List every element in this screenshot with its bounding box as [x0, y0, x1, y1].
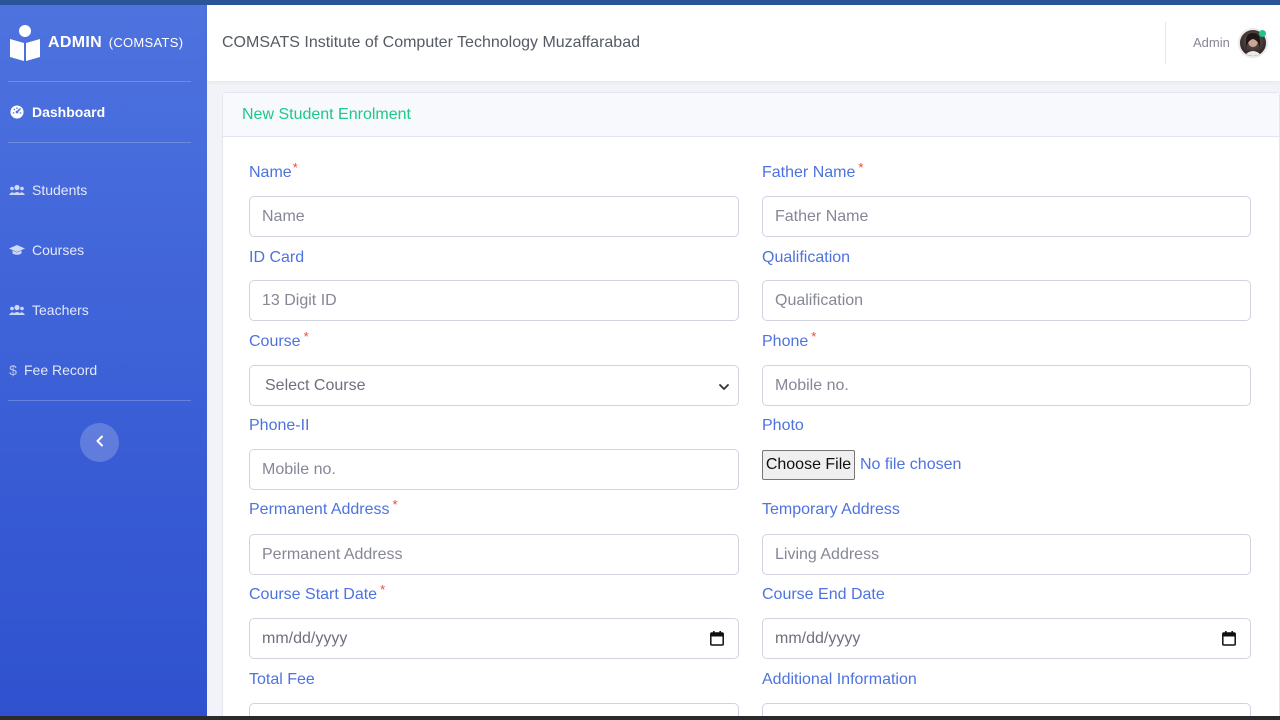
- users-icon: [8, 184, 26, 196]
- sidebar-item-courses[interactable]: Courses: [0, 220, 207, 280]
- name-input[interactable]: Name: [249, 196, 739, 237]
- card-title: New Student Enrolment: [242, 105, 411, 123]
- required-marker: *: [303, 329, 309, 344]
- users-icon: [8, 304, 26, 316]
- user-name[interactable]: Admin: [1193, 35, 1230, 50]
- sidebar-item-fee-record[interactable]: $ Fee Record: [0, 340, 207, 400]
- temporary-address-input[interactable]: Living Address: [762, 534, 1251, 575]
- id-card-placeholder: 13 Digit ID: [262, 291, 337, 309]
- brand[interactable]: ADMIN (COMSATS): [0, 5, 207, 81]
- reader-icon: [8, 24, 42, 62]
- course-label-text: Course: [249, 333, 301, 350]
- page-title: COMSATS Institute of Computer Technology…: [222, 34, 640, 51]
- required-marker: *: [858, 160, 864, 175]
- course-end-label: Course End Date: [762, 586, 885, 603]
- graduation-cap-icon: [8, 244, 26, 256]
- course-select[interactable]: Select Course: [249, 365, 739, 406]
- sidebar-item-label: Courses: [32, 242, 85, 258]
- phone-label: Phone *: [762, 329, 816, 351]
- name-label: Name*: [249, 160, 298, 182]
- course-start-date-input[interactable]: mm/dd/yyyy: [249, 618, 739, 659]
- brand-text: ADMIN (COMSATS): [48, 34, 183, 52]
- sidebar-item-students[interactable]: Students: [0, 160, 207, 220]
- file-status: No file chosen: [860, 456, 962, 473]
- phone-label-text: Phone: [762, 333, 809, 350]
- sidebar-divider: [8, 400, 191, 401]
- course-start-label-text: Course Start Date: [249, 586, 378, 603]
- permanent-address-label: Permanent Address *: [249, 497, 398, 519]
- card-header: New Student Enrolment: [223, 93, 1279, 137]
- qualification-input[interactable]: Qualification: [762, 280, 1251, 321]
- temporary-address-label: Temporary Address: [762, 501, 900, 518]
- bottom-bar: [0, 716, 1280, 720]
- course-end-placeholder: mm/dd/yyyy: [775, 629, 861, 647]
- qualification-label: Qualification: [762, 249, 851, 266]
- course-end-date-input[interactable]: mm/dd/yyyy: [762, 618, 1251, 659]
- course-label: Course *: [249, 329, 309, 351]
- phone2-label: Phone-II: [249, 417, 310, 434]
- qualification-placeholder: Qualification: [775, 291, 864, 309]
- topbar-divider: [1165, 22, 1166, 64]
- father-name-placeholder: Father Name: [775, 207, 869, 225]
- temporary-address-placeholder: Living Address: [775, 545, 880, 563]
- chevron-left-icon: [95, 434, 105, 452]
- permanent-address-placeholder: Permanent Address: [262, 545, 403, 563]
- additional-info-label: Additional Information: [762, 671, 917, 688]
- course-start-placeholder: mm/dd/yyyy: [262, 629, 348, 647]
- sidebar-item-label: Teachers: [32, 302, 89, 318]
- required-marker: *: [392, 497, 398, 512]
- dashboard-icon: [8, 105, 26, 119]
- required-marker: *: [811, 329, 817, 344]
- father-name-input[interactable]: Father Name: [762, 196, 1251, 237]
- brand-name: ADMIN: [48, 34, 102, 51]
- total-fee-label: Total Fee: [249, 671, 315, 688]
- sidebar-item-dashboard[interactable]: Dashboard: [0, 82, 207, 142]
- phone2-placeholder: Mobile no.: [262, 460, 336, 478]
- phone2-input[interactable]: Mobile no.: [249, 449, 739, 490]
- sidebar: ADMIN (COMSATS) Dashboard Students Cours…: [0, 5, 207, 720]
- calendar-icon[interactable]: [710, 631, 724, 651]
- sidebar-toggle-button[interactable]: [80, 423, 119, 462]
- name-label-text: Name: [249, 164, 292, 181]
- name-placeholder: Name: [262, 207, 305, 225]
- sidebar-item-label: Fee Record: [24, 362, 98, 378]
- sidebar-item-label: Students: [32, 182, 88, 198]
- brand-sub: (COMSATS): [108, 35, 184, 50]
- sidebar-item-label: Dashboard: [32, 104, 106, 120]
- phone-input[interactable]: Mobile no.: [762, 365, 1251, 406]
- phone-placeholder: Mobile no.: [775, 376, 849, 394]
- course-selected-value: Select Course: [265, 376, 366, 394]
- photo-file-input: Choose File No file chosen: [762, 450, 961, 480]
- required-marker: *: [380, 582, 386, 597]
- dollar-icon: $: [9, 362, 17, 378]
- father-name-label-text: Father Name: [762, 164, 856, 181]
- calendar-icon[interactable]: [1222, 631, 1236, 651]
- topbar: COMSATS Institute of Computer Technology…: [207, 5, 1280, 81]
- online-status-dot: [1259, 30, 1266, 37]
- sidebar-item-teachers[interactable]: Teachers: [0, 280, 207, 340]
- course-start-label: Course Start Date *: [249, 582, 385, 604]
- required-marker: *: [292, 160, 298, 175]
- id-card-label: ID Card: [249, 249, 305, 266]
- permanent-address-input[interactable]: Permanent Address: [249, 534, 739, 575]
- id-card-input[interactable]: 13 Digit ID: [249, 280, 739, 321]
- choose-file-button[interactable]: Choose File: [762, 450, 855, 480]
- chevron-down-icon: [718, 380, 730, 398]
- permanent-address-label-text: Permanent Address: [249, 501, 390, 518]
- father-name-label: Father Name *: [762, 160, 863, 182]
- photo-label: Photo: [762, 417, 804, 434]
